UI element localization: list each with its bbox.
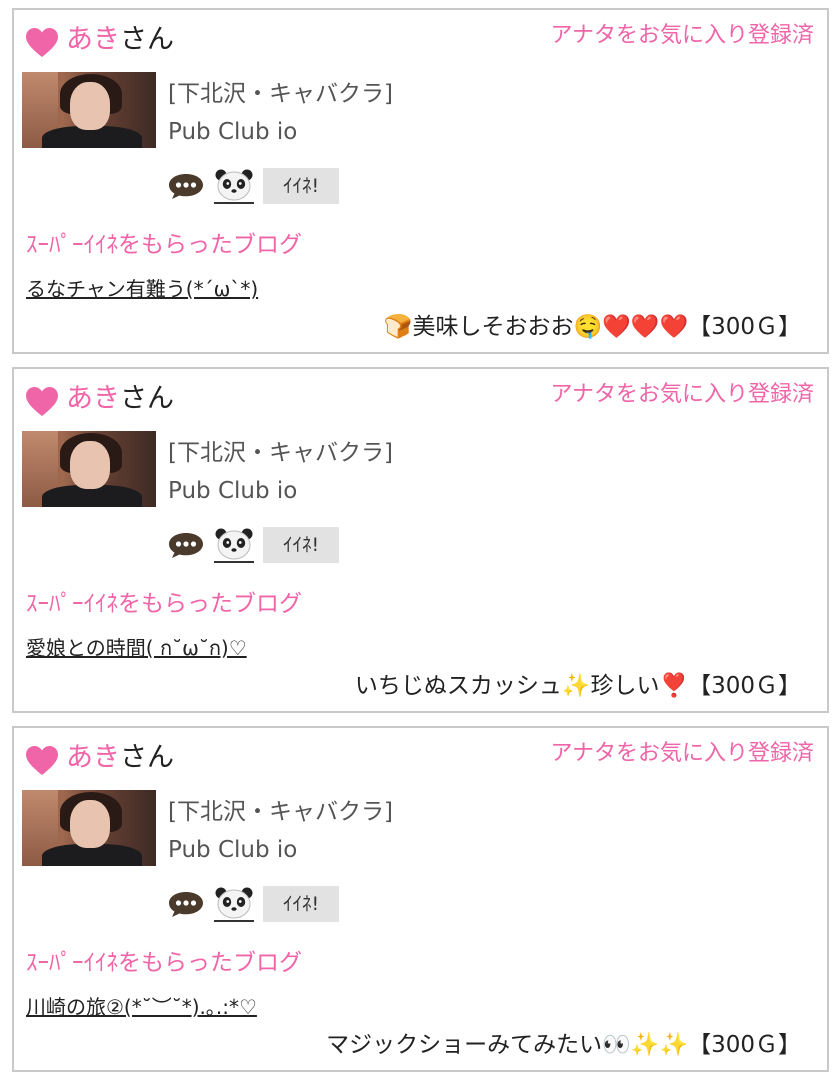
avatar[interactable] (22, 431, 156, 507)
heart-icon (26, 746, 58, 775)
blog-title-link[interactable]: 川崎の旅②(*˘︶˘*).｡.:*♡ (26, 992, 257, 1022)
shop-name[interactable]: Pub Club io (168, 116, 297, 148)
super-iine-label: ｽｰﾊﾟｰｲｲﾈをもらったブログ (26, 591, 302, 617)
price-tag: 【300Ｇ】 (688, 314, 801, 340)
comment-row: 🍞美味しそおおお🤤❤️❤️❤️【300Ｇ】 (384, 310, 801, 344)
shop-name[interactable]: Pub Club io (168, 475, 297, 507)
favorite-status: アナタをお気に入り登録済 (550, 382, 814, 407)
avatar-face (70, 441, 110, 489)
favorite-status: アナタをお気に入り登録済 (550, 741, 814, 766)
shop-category: [下北沢・キャバクラ] (168, 440, 393, 466)
panda-icon[interactable] (214, 527, 254, 563)
user-name[interactable]: あきさん (66, 20, 174, 60)
super-iine-label: ｽｰﾊﾟｰｲｲﾈをもらったブログ (26, 232, 302, 258)
user-name[interactable]: あきさん (66, 738, 174, 778)
comment-row: いちじぬスカッシュ✨珍しい❣️【300Ｇ】 (355, 669, 801, 703)
favorite-status: アナタをお気に入り登録済 (550, 23, 814, 48)
shop-name[interactable]: Pub Club io (168, 834, 297, 866)
blog-title-link[interactable]: 愛娘との時間( ก˘ω˘ก)♡ (26, 633, 247, 663)
chat-bubble-icon[interactable] (168, 890, 204, 918)
avatar[interactable] (22, 790, 156, 866)
price-tag: 【300Ｇ】 (688, 1032, 801, 1058)
heart-icon (26, 28, 58, 57)
super-iine-label: ｽｰﾊﾟｰｲｲﾈをもらったブログ (26, 950, 302, 976)
comment-text: いちじぬスカッシュ✨珍しい❣️ (354, 673, 689, 699)
panda-icon[interactable] (214, 168, 254, 204)
user-name-text[interactable]: あき (66, 383, 120, 414)
user-name-suffix: さん (120, 383, 174, 414)
avatar-face (70, 82, 110, 130)
user-name-suffix: さん (120, 742, 174, 773)
user-name-text[interactable]: あき (66, 24, 120, 55)
comment-row: マジックショーみてみたい👀✨✨【300Ｇ】 (326, 1028, 801, 1062)
blog-like-card: あきさん アナタをお気に入り登録済 [下北沢・キャバクラ] Pub Club i… (12, 726, 829, 1072)
shop-category: [下北沢・キャバクラ] (168, 799, 393, 825)
panda-icon[interactable] (214, 886, 254, 922)
price-tag: 【300Ｇ】 (688, 673, 801, 699)
comment-text: 🍞美味しそおおお🤤❤️❤️❤️ (383, 314, 689, 340)
user-name-suffix: さん (120, 24, 174, 55)
chat-bubble-icon[interactable] (168, 531, 204, 559)
iine-button[interactable]: ｲｲﾈ! (263, 886, 339, 922)
avatar-face (70, 800, 110, 848)
comment-text: マジックショーみてみたい👀✨✨ (326, 1032, 689, 1058)
user-name[interactable]: あきさん (66, 379, 174, 419)
iine-button[interactable]: ｲｲﾈ! (263, 168, 339, 204)
chat-bubble-icon[interactable] (168, 172, 204, 200)
blog-like-card: あきさん アナタをお気に入り登録済 [下北沢・キャバクラ] Pub Club i… (12, 8, 829, 354)
iine-button[interactable]: ｲｲﾈ! (263, 527, 339, 563)
user-name-text[interactable]: あき (66, 742, 120, 773)
blog-like-card: あきさん アナタをお気に入り登録済 [下北沢・キャバクラ] Pub Club i… (12, 367, 829, 713)
blog-title-link[interactable]: るなチャン有難う(*´ω`*) (26, 274, 258, 304)
avatar[interactable] (22, 72, 156, 148)
shop-category: [下北沢・キャバクラ] (168, 81, 393, 107)
heart-icon (26, 387, 58, 416)
